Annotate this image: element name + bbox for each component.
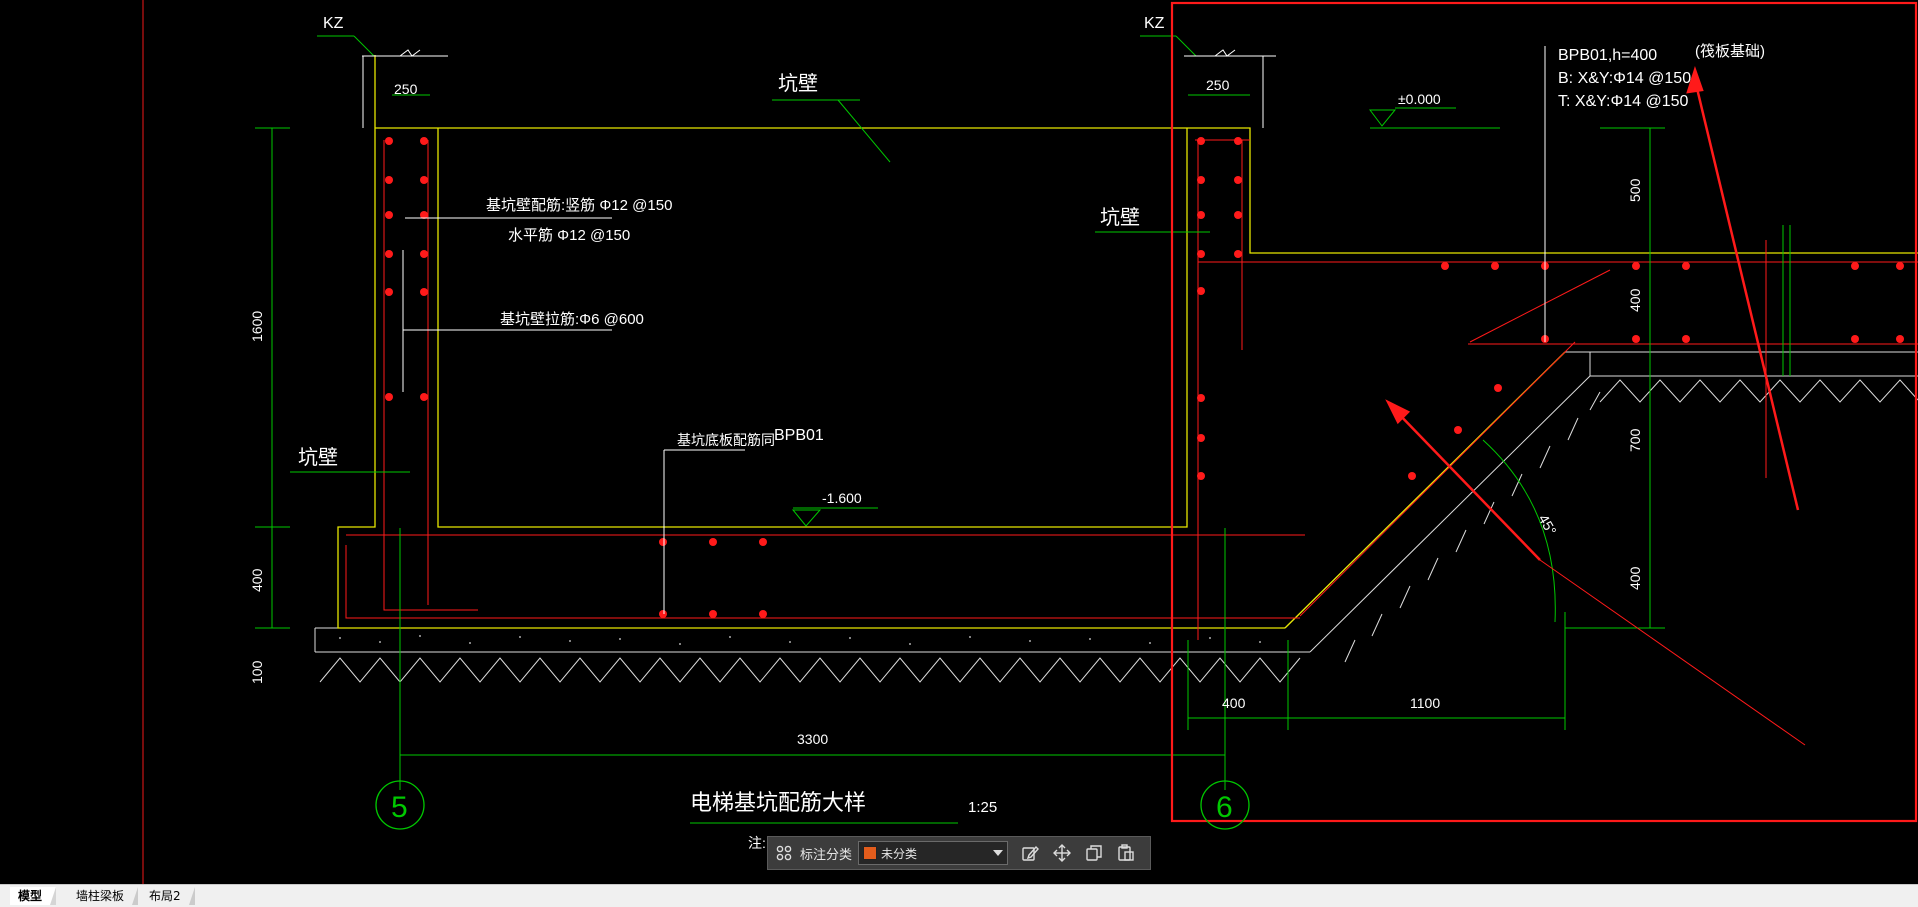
edit-icon[interactable] [1020,843,1040,863]
axis-5-label: 5 [391,791,408,824]
copy-icon[interactable] [1084,843,1104,863]
elevation-bottom: -1.600 [822,490,862,506]
category-color-swatch [863,846,878,860]
dim-400-left: 400 [249,568,265,592]
tab-layout2[interactable]: 布局2 [141,887,195,905]
annotation-category-label: 标注分类 [800,847,853,863]
dim-400-bottom: 400 [1222,695,1246,711]
drawing-title: 电梯基坑配筋大样 [690,790,866,815]
tab-model[interactable]: 模型 [10,887,57,905]
pit-outline-yellow [337,55,1918,629]
kz-label-left: KZ [323,15,344,32]
axis-6-label: 6 [1216,791,1233,824]
dim-250-left: 250 [394,81,418,97]
grid-icon[interactable] [774,843,794,863]
category-select-value: 未分类 [881,846,918,861]
layout-tab-bar: 模型 墙柱梁板 布局2 [0,884,1918,907]
dim-700: 700 [1627,428,1643,452]
slab-bottom-rebar: B: X&Y:Φ14 @150 [1558,70,1691,87]
dim-100: 100 [249,660,265,684]
slab-top-rebar: T: X&Y:Φ14 @150 [1558,93,1689,110]
chevron-down-icon [993,850,1004,856]
earth-hatch-left [319,657,1301,683]
dim-ticks [362,46,1546,614]
wall-rebar-vertical-note: 基坑壁配筋:竖筋 Φ12 @150 [486,197,672,214]
dimension-lines [255,35,1791,790]
dim-3300: 3300 [797,731,828,747]
annotation-toolbar: 标注分类 未分类 [767,836,1151,870]
pit-wall-label-left: 坑壁 [298,446,338,469]
bottom-slab-ref: BPB01 [774,427,824,444]
dim-1600: 1600 [249,311,265,342]
dim-500: 500 [1627,178,1643,202]
angle-45: 45° [1535,512,1559,538]
kz-label-right: KZ [1144,15,1165,32]
tab-wall-column-beam-slab[interactable]: 墙柱梁板 [68,887,139,905]
concrete-dots-bottom [339,635,1261,645]
dim-1100: 1100 [1410,695,1440,711]
wall-rebar-horizontal-note: 水平筋 Φ12 @150 [508,227,630,244]
annotation-arrows [1385,66,1806,746]
cad-drawing-canvas[interactable]: KZ KZ 250 250 坑壁 坑壁 坑壁 ±0.000 -1.600 BPB… [0,0,1918,884]
earth-hatch-slope [1344,379,1918,663]
pit-wall-label-top: 坑壁 [778,72,818,95]
annotation-category-select[interactable]: 未分类 [858,841,1009,865]
drawing-scale: 1:25 [968,799,997,816]
move-icon[interactable] [1052,843,1072,863]
ground-hatch-left [314,627,1310,653]
dim-250-right: 250 [1206,77,1230,93]
slab-title: BPB01,h=400 [1558,47,1657,64]
highlight-rectangle [1170,1,1918,823]
bottom-slab-note: 基坑底板配筋同 [677,432,775,448]
slope-concrete [1284,351,1918,653]
dim-400-right-top: 400 [1627,288,1643,312]
dim-400-right-bottom: 400 [1627,566,1643,590]
elevation-zero: ±0.000 [1398,91,1441,107]
pit-wall-label-right: 坑壁 [1100,206,1140,229]
note-prefix: 注: [748,835,766,851]
wall-tie-note: 基坑壁拉筋:Φ6 @600 [500,311,644,328]
elevation-symbols [791,109,1397,527]
raft-foundation-note: (筏板基础) [1695,42,1765,60]
paste-icon[interactable] [1116,843,1136,863]
